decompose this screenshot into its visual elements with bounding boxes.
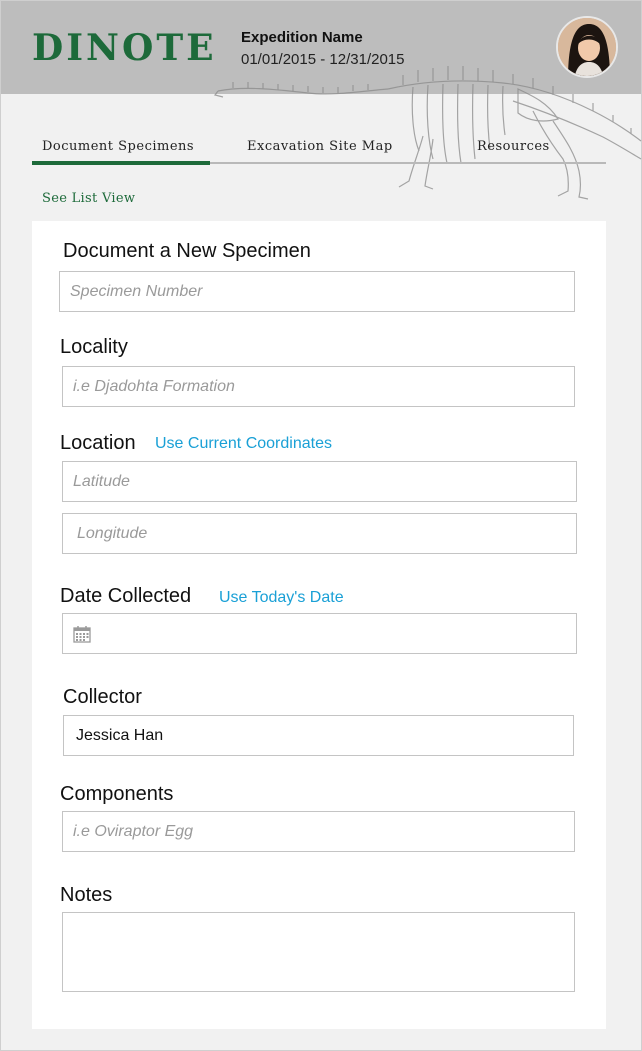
longitude-field[interactable] — [62, 513, 577, 554]
tab-document-specimens[interactable]: Document Specimens — [42, 139, 194, 154]
location-label: Location — [60, 432, 136, 454]
app-header: DINOTE Expedition Name 01/01/2015 - 12/3… — [1, 1, 641, 94]
tab-resources[interactable]: Resources — [477, 139, 550, 154]
main-tabs: Document Specimens Excavation Site Map R… — [32, 131, 606, 165]
tab-excavation-site-map[interactable]: Excavation Site Map — [247, 139, 393, 154]
specimen-number-field[interactable] — [59, 271, 575, 312]
date-collected-field[interactable] — [62, 613, 577, 654]
see-list-view-link[interactable]: See List View — [42, 191, 135, 206]
locality-label: Locality — [60, 336, 128, 358]
user-avatar[interactable] — [556, 16, 618, 78]
use-current-coordinates-link[interactable]: Use Current Coordinates — [155, 435, 332, 453]
locality-field[interactable] — [62, 366, 575, 407]
collector-field[interactable] — [63, 715, 574, 756]
app-logo[interactable]: DINOTE — [32, 28, 217, 68]
notes-label: Notes — [60, 884, 113, 906]
date-collected-label: Date Collected — [60, 585, 192, 607]
use-todays-date-link[interactable]: Use Today's Date — [219, 589, 344, 607]
notes-textarea[interactable] — [62, 912, 575, 992]
active-tab-indicator — [32, 161, 210, 165]
components-field[interactable] — [62, 811, 575, 852]
collector-label: Collector — [63, 686, 142, 708]
expedition-dates: 01/01/2015 - 12/31/2015 — [241, 51, 405, 68]
calendar-icon — [73, 626, 91, 643]
form-title: Document a New Specimen — [63, 240, 311, 262]
expedition-name: Expedition Name — [241, 29, 363, 46]
latitude-field[interactable] — [62, 461, 577, 502]
components-label: Components — [60, 783, 174, 805]
specimen-form-card: Document a New Specimen Locality Locatio… — [32, 221, 606, 1029]
